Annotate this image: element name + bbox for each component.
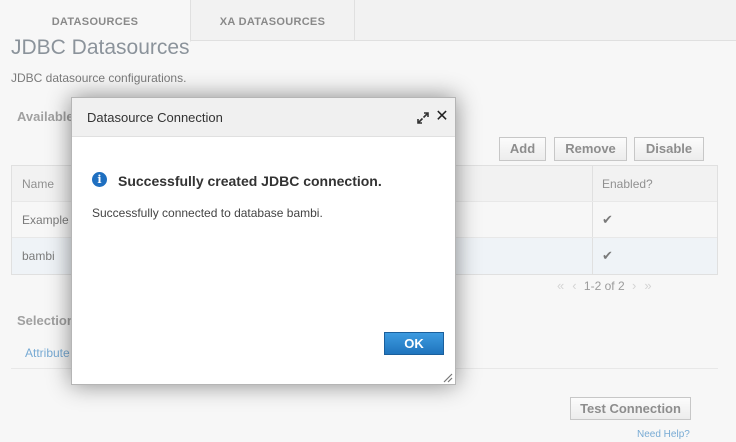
resize-grip-icon[interactable]	[441, 370, 453, 383]
info-icon: i	[92, 172, 107, 187]
dialog-header: Datasource Connection ✕	[72, 98, 455, 137]
maximize-icon[interactable]	[416, 111, 430, 125]
dialog-message: Successfully connected to database bambi…	[92, 206, 323, 220]
datasource-connection-dialog: Datasource Connection ✕ i Successfully c…	[71, 97, 456, 385]
dialog-title: Datasource Connection	[87, 110, 223, 125]
ok-button[interactable]: OK	[384, 332, 444, 355]
dialog-heading: Successfully created JDBC connection.	[118, 173, 382, 189]
close-icon[interactable]: ✕	[434, 109, 450, 125]
